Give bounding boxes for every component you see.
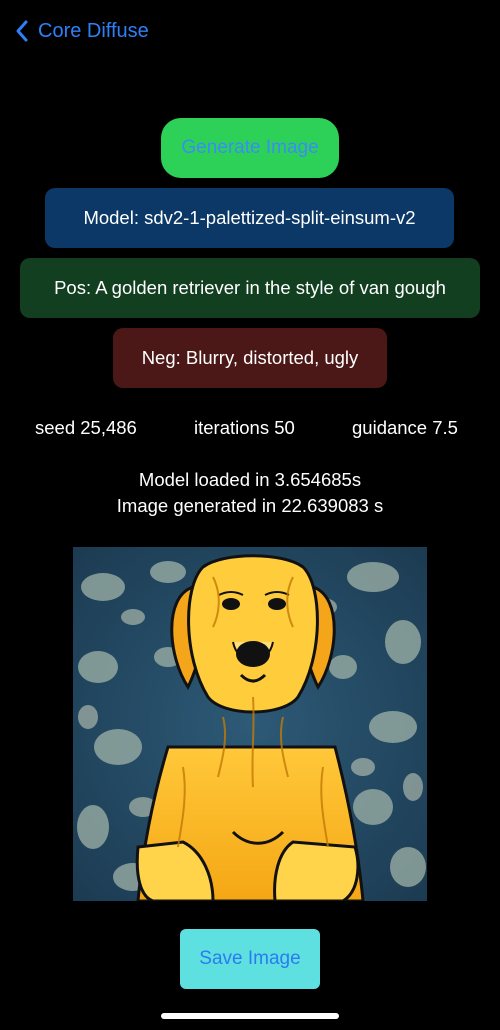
back-button-label: Core Diffuse — [38, 19, 149, 42]
generate-image-button[interactable]: Generate Image — [161, 118, 339, 178]
negative-prompt-label: Neg: Blurry, distorted, ugly — [113, 328, 387, 388]
generated-image — [73, 547, 427, 901]
chevron-left-icon — [14, 19, 30, 43]
model-label: Model: sdv2-1-palettized-split-einsum-v2 — [45, 188, 454, 248]
iterations-value: iterations 50 — [194, 417, 295, 438]
home-indicator[interactable] — [161, 1013, 339, 1019]
positive-prompt-label: Pos: A golden retriever in the style of … — [20, 258, 480, 318]
timing-info: Model loaded in 3.654685s Image generate… — [0, 467, 500, 519]
generation-stats: seed 25,486 iterations 50 guidance 7.5 — [0, 417, 500, 443]
image-generated-time: Image generated in 22.639083 s — [116, 495, 384, 516]
save-image-button[interactable]: Save Image — [180, 929, 320, 989]
seed-value: seed 25,486 — [35, 417, 137, 438]
back-button[interactable]: Core Diffuse — [14, 16, 149, 46]
guidance-value: guidance 7.5 — [352, 417, 458, 438]
model-loaded-time: Model loaded in 3.654685s — [138, 469, 362, 490]
